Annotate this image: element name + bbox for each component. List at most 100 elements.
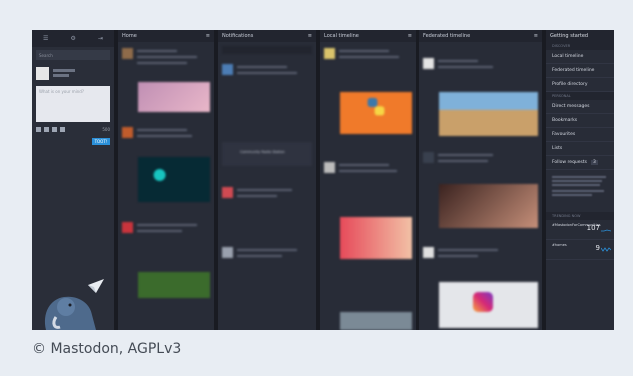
avatar[interactable]: [36, 66, 49, 80]
hashtag-count: 9: [595, 244, 600, 252]
local-timeline[interactable]: [320, 42, 416, 330]
trending-hashtag[interactable]: #homes 9: [546, 240, 614, 260]
avatar: [423, 58, 434, 69]
avatar: [423, 152, 434, 163]
hashtag-count: 107: [586, 224, 600, 232]
settings-icon[interactable]: ≡: [408, 33, 412, 39]
text-line: [339, 56, 399, 58]
local-timeline-column: Local timeline ≡: [320, 30, 416, 330]
mastodon-mascot-icon: [44, 279, 104, 330]
text-line: [237, 72, 297, 74]
notification-item[interactable]: [222, 64, 312, 94]
post-image[interactable]: [340, 312, 412, 330]
card-title: Community Radio Station: [240, 150, 285, 154]
nav-bookmarks[interactable]: Bookmarks: [546, 114, 614, 128]
status-post[interactable]: [423, 247, 538, 277]
python-logo-icon: [367, 97, 385, 116]
column-header[interactable]: Federated timeline ≡: [419, 30, 542, 42]
logout-icon[interactable]: ⇥: [98, 35, 103, 42]
notifications-timeline[interactable]: Community Radio Station: [218, 42, 316, 330]
character-counter: 500: [102, 127, 110, 132]
poll-icon[interactable]: [44, 127, 49, 132]
avatar: [324, 162, 335, 173]
text-line: [237, 255, 282, 257]
gear-icon[interactable]: ⚙: [70, 35, 75, 42]
settings-icon[interactable]: ≡: [534, 33, 538, 39]
column-header[interactable]: Home ≡: [118, 30, 214, 42]
status-post[interactable]: [423, 152, 538, 182]
nav-local-timeline[interactable]: Local timeline: [546, 50, 614, 64]
nav-direct-messages[interactable]: Direct messages: [546, 100, 614, 114]
nav-federated-timeline[interactable]: Federated timeline: [546, 64, 614, 78]
text-line: [339, 50, 389, 52]
text-line: [438, 160, 488, 162]
text-line: [137, 62, 187, 64]
notification-item[interactable]: [222, 247, 312, 277]
text-line: [339, 170, 397, 172]
attach-icon[interactable]: [36, 127, 41, 132]
compose-toolbar: 500: [36, 126, 110, 133]
compose-nav: ☰ ⚙ ⇥: [32, 30, 114, 47]
column-header[interactable]: Local timeline ≡: [320, 30, 416, 42]
federated-timeline[interactable]: [419, 42, 542, 330]
post-image[interactable]: [439, 92, 538, 136]
toot-button[interactable]: TOOT!: [92, 138, 110, 145]
text-line: [438, 60, 478, 62]
trending-hashtag[interactable]: #MastodonForCommunities 107: [546, 220, 614, 240]
status-post[interactable]: [324, 48, 412, 78]
post-image[interactable]: [138, 157, 210, 202]
account-name: [53, 67, 75, 79]
text-line: [237, 195, 277, 197]
section-label: TRENDING NOW: [546, 212, 614, 220]
notification-card[interactable]: Community Radio Station: [222, 142, 312, 166]
text-line: [237, 189, 292, 191]
compose-textarea[interactable]: What is on your mind?: [36, 86, 110, 122]
avatar: [122, 127, 133, 138]
home-column: Home ≡: [118, 30, 214, 330]
status-post[interactable]: [122, 127, 210, 157]
post-image[interactable]: [340, 217, 412, 259]
section-label: DISCOVER: [546, 42, 614, 50]
text-line: [339, 164, 389, 166]
globe-icon[interactable]: [52, 127, 57, 132]
federated-timeline-column: Federated timeline ≡: [419, 30, 542, 330]
column-title: Federated timeline: [423, 33, 471, 39]
nav-profile-directory[interactable]: Profile directory: [546, 78, 614, 92]
post-image[interactable]: [439, 282, 538, 328]
avatar: [324, 48, 335, 59]
column-header[interactable]: Notifications ≡: [218, 30, 316, 42]
cw-icon[interactable]: [60, 127, 65, 132]
notification-item[interactable]: [222, 187, 312, 217]
sparkline-icon: [601, 229, 611, 232]
avatar: [222, 187, 233, 198]
column-title: Notifications: [222, 33, 254, 39]
footer-links: [546, 170, 614, 212]
search-input[interactable]: Search: [36, 50, 110, 60]
notification-filter-bar[interactable]: [222, 46, 312, 54]
avatar: [423, 247, 434, 258]
mastodon-screenshot: ☰ ⚙ ⇥ Search What is on your mind? 500 T…: [32, 30, 614, 330]
nav-follow-requests[interactable]: Follow requests 3: [546, 156, 614, 170]
text-line: [137, 50, 177, 52]
settings-icon[interactable]: ≡: [308, 33, 312, 39]
avatar: [222, 247, 233, 258]
post-image[interactable]: [439, 184, 538, 228]
text-line: [438, 66, 493, 68]
home-timeline[interactable]: [118, 42, 214, 330]
post-image[interactable]: [138, 272, 210, 298]
column-title: Local timeline: [324, 33, 359, 39]
nav-lists[interactable]: Lists: [546, 142, 614, 156]
settings-icon[interactable]: ≡: [206, 33, 210, 39]
menu-icon[interactable]: ☰: [43, 35, 48, 42]
account-header: [36, 64, 110, 82]
post-image[interactable]: [138, 82, 210, 112]
avatar: [122, 222, 133, 233]
text-line: [438, 249, 498, 251]
status-post[interactable]: [122, 222, 210, 252]
post-image[interactable]: [340, 92, 412, 134]
status-post[interactable]: [324, 162, 412, 192]
avatar: [222, 64, 233, 75]
status-post[interactable]: [423, 58, 538, 88]
nav-favourites[interactable]: Favourites: [546, 128, 614, 142]
count-badge: 3: [591, 160, 598, 165]
